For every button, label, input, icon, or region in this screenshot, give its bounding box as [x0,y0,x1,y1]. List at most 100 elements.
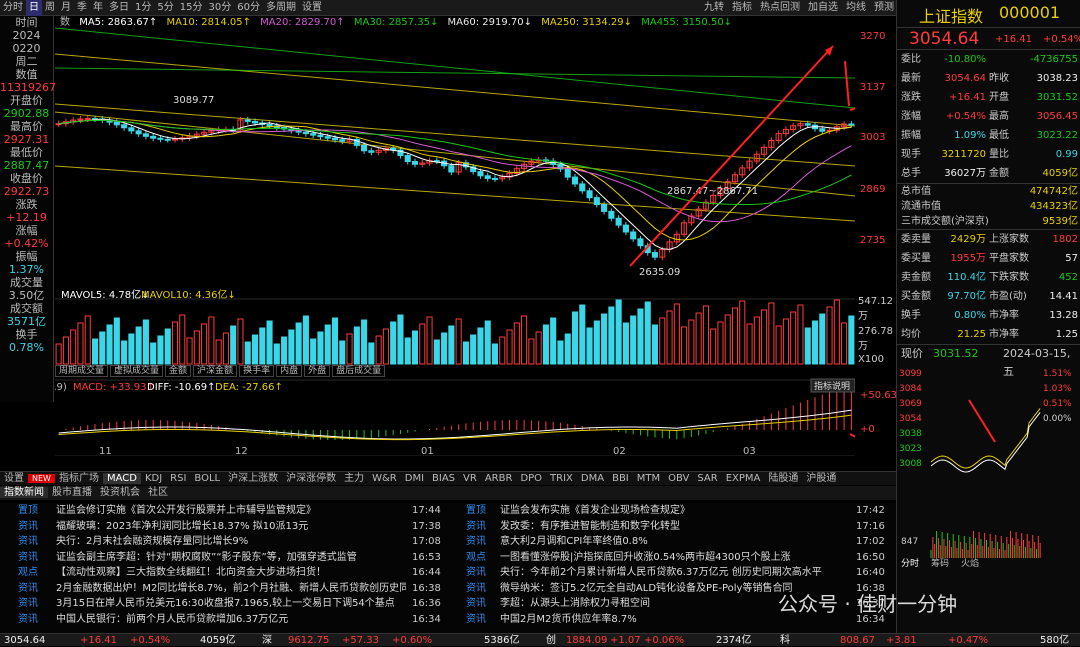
volume-bar [179,314,186,365]
news-row[interactable]: 资讯 中国人民银行：前两个月人民币贷款增加6.37万亿元 16:34 资讯 中国2月M2… [0,612,896,628]
toolbar-item[interactable]: 均线 [846,2,866,13]
volume-bar [441,332,448,365]
toolbar-item[interactable]: 加自选 [808,2,838,13]
news-title[interactable]: 发改委：有序推进智能制造和数字化转型 [500,519,840,535]
indicator-tab[interactable]: 设置 [0,473,28,484]
indicator-tab[interactable]: 陆股通 [764,473,802,484]
indicator-tab[interactable]: BOLL [190,473,224,484]
indicator-tab[interactable]: 沪股通 [802,473,840,484]
period-tab[interactable]: 多周期 [263,0,299,16]
status-item: 1884.09 [566,635,608,646]
indicator-tab[interactable]: DMA [577,473,608,484]
news-row[interactable]: 资讯 3月15日在岸人民币兑美元16:30收盘报7.1965,较上一交易日下调54… [0,596,896,612]
period-tab[interactable]: 周 [42,0,58,16]
channel-line [55,103,855,167]
toolbar-item[interactable]: 九转 [704,2,724,13]
period-tab[interactable]: 30分 [205,0,234,16]
news-row[interactable]: 资讯 央行：2月末社会融资规模存量同比增长9% 17:08 资讯 意大利2月调和CPI年… [0,534,896,550]
news-row[interactable]: 资讯 证监会副主席李超：针对“期权腐败”“影子股东”等，加强穿透式监管 16:53 观… [0,550,896,566]
news-title[interactable]: 央行：2月末社会融资规模存量同比增长9% [56,534,406,550]
indicator-tab[interactable]: MACD [102,473,141,484]
volume-subtab[interactable]: 沪深金额 [193,365,238,377]
news-row[interactable]: 置顶 证监会修订实施《首次公开发行股票并上市辅导监管规定》 17:44 置顶 证监会发布… [0,503,896,519]
quote-label: 市净率 [989,310,1019,321]
indicator-tab[interactable]: 沪深上涨数 [224,473,282,484]
volume-subtab[interactable]: 外盘 [304,365,331,377]
volume-bar [339,340,346,365]
period-tab[interactable]: 5分 [154,0,176,16]
indicator-tab[interactable]: BBI [608,473,633,484]
toolbar-item[interactable]: 预测 [874,2,894,13]
toolbar-item[interactable]: 热点回测 [760,2,800,13]
period-tab[interactable]: 季 [74,0,90,16]
volume-subtab[interactable]: 换手率 [239,365,275,377]
indicator-tab[interactable]: SAR [693,473,721,484]
indicator-tab[interactable]: DMI [401,473,428,484]
volume-subtab[interactable]: 盘后成交量 [332,365,386,377]
news-title[interactable]: 央行：今年前2个月累计新增人民币贷款6.37万亿元 创历史同期次高水平 [500,565,840,581]
period-tab[interactable]: 多日 [106,0,132,16]
indicator-tab[interactable]: BIAS [428,473,459,484]
indicator-tab[interactable]: EXPMA [722,473,765,484]
period-tab[interactable]: 15分 [177,0,206,16]
period-tab[interactable]: 60分 [234,0,263,16]
news-title[interactable]: 证监会发布实施《首发企业现场检查规定》 [500,503,840,519]
news-title[interactable]: 中国人民银行：前两个月人民币贷款增加6.37万亿元 [56,612,406,628]
indicator-tab[interactable]: NEW [28,474,55,483]
indicator-tab[interactable]: DPO [516,473,546,484]
news-title[interactable]: 福耀玻璃：2023年净利润同比增长18.37% 拟10派13元 [56,519,406,535]
indicator-tab[interactable]: OBV [664,473,693,484]
volume-bar [644,301,651,365]
news-title[interactable]: 证监会修订实施《首次公开发行股票并上市辅导监管规定》 [56,503,406,519]
period-tab[interactable]: 设置 [299,0,325,16]
indicator-tab[interactable]: RSI [166,473,190,484]
news-row[interactable]: 资讯 福耀玻璃：2023年净利润同比增长18.37% 拟10派13元 17:38 资讯… [0,519,896,535]
news-row[interactable]: 资讯 2月金融数据出炉！M2同比增长8.7%，前2个月社融、新增人民币贷款创历史同… [0,581,896,597]
period-tab[interactable]: 分时 [0,0,26,16]
status-item: 创 [546,635,556,646]
news-title[interactable]: 意大利2月调和CPI年率终值0.8% [500,534,840,550]
mini-tab[interactable]: 筹码 [931,557,949,569]
indicator-tab[interactable]: MTM [633,473,664,484]
news-tab[interactable]: 股市直播 [48,487,96,498]
news-tab[interactable]: 指数新闻 [0,487,48,498]
quote-value: 3056.45 [1036,111,1078,122]
news-tab[interactable]: 社区 [144,487,172,498]
period-tab[interactable]: 月 [58,0,74,16]
kline-chart[interactable]: 3089.77 2635.09 2867.47~2867.71 MAVOL5: … [55,16,855,456]
indicator-tab[interactable]: 指标广场 [55,473,103,484]
quote-label: 平盘家数 [989,253,1029,264]
quote-value: 36027万 [944,168,986,179]
news-tag: 资讯 [18,598,38,609]
news-title[interactable]: 证监会副主席李超：针对“期权腐败”“影子股东”等，加强穿透式监管 [56,550,406,566]
volume-bar [121,340,128,365]
period-tab[interactable]: 日 [26,0,42,16]
volume-subtab[interactable]: 金额 [165,365,192,377]
volume-subtab[interactable]: 内盘 [276,365,303,377]
indicator-tab[interactable]: TRIX [546,473,577,484]
indicator-tab[interactable]: 沪深涨停数 [282,473,340,484]
indicator-tab[interactable]: KDJ [141,473,166,484]
indicator-tab[interactable]: VR [459,473,481,484]
news-title[interactable]: 一图看懂涨停股|沪指探底回升收涨0.54%两市超4300只个股上涨 [500,550,840,566]
intraday-mini-chart[interactable]: 30993084306930543038302330081.51%1.03%0.… [897,362,1080,569]
toolbar-item[interactable]: 指标 [732,2,752,13]
volume-subtab[interactable]: 虚拟成交量 [110,365,164,377]
volume-bar [615,299,622,365]
news-title[interactable]: 3月15日在岸人民币兑美元16:30收盘报7.1965,较上一交易日下调54个基… [56,596,406,612]
period-tab[interactable]: 年 [90,0,106,16]
indicator-tab[interactable]: ARBR [481,473,517,484]
news-row[interactable]: 观点 【流动性观察】三大指数全线翻红！北向资金大步进场扫货！ 16:44 资讯 央行：今… [0,565,896,581]
news-tab[interactable]: 投资机会 [96,487,144,498]
volume-subtab[interactable]: 周期成交量 [55,365,109,377]
mini-tab[interactable]: 火焰 [961,557,979,569]
mini-tab[interactable]: 分时 [901,557,919,569]
volume-bar [70,329,77,365]
indicator-tab[interactable]: 主力 [340,473,368,484]
volume-bar [630,315,637,365]
indicator-tab[interactable]: W&R [368,473,401,484]
news-title[interactable]: 2月金融数据出炉！M2同比增长8.7%，前2个月社融、新增人民币贷款创历史同期 [56,581,406,597]
period-tab[interactable]: 1分 [132,0,154,16]
news-title[interactable]: 【流动性观察】三大指数全线翻红！北向资金大步进场扫货！ [56,565,406,581]
news-time: 16:38 [412,582,441,594]
